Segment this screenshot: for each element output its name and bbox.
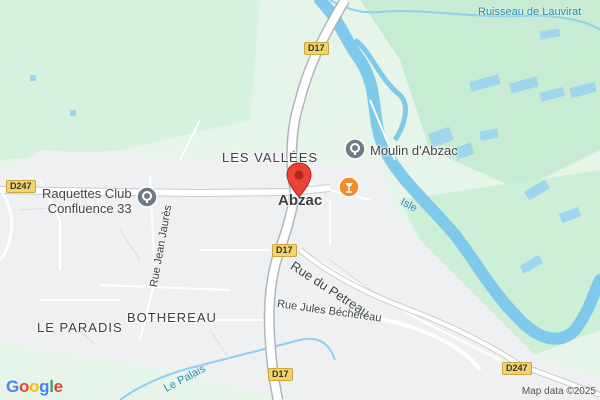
map-attribution[interactable]: Map data ©2025 [522, 386, 596, 397]
road-shield-d17: D17 [304, 42, 329, 55]
google-logo[interactable]: Google [6, 377, 63, 397]
landmark-icon[interactable] [344, 138, 366, 165]
poi-label-moulin[interactable]: Moulin d'Abzac [370, 143, 458, 158]
bar-icon[interactable] [338, 176, 360, 203]
road-shield-d17: D17 [268, 368, 293, 381]
poi-label-raquettes-line1: Raquettes Club [42, 186, 132, 201]
sports-club-icon[interactable] [136, 186, 158, 213]
place-label-bothereau[interactable]: BOTHEREAU [127, 310, 217, 325]
road-shield-d247: D247 [502, 362, 532, 375]
poi-label-raquettes[interactable]: Raquettes Club Confluence 33 [42, 186, 132, 216]
road-shield-d247: D247 [6, 180, 36, 193]
poi-label-raquettes-line2: Confluence 33 [47, 201, 132, 216]
map-view[interactable]: D17 D17 D17 D247 D247 LES VALLÉES LE PAR… [0, 0, 600, 400]
road-shield-d17: D17 [272, 244, 297, 257]
water-label-ruisseau[interactable]: Ruisseau de Lauvirat [478, 6, 581, 18]
place-label-le-paradis[interactable]: LE PARADIS [37, 320, 123, 335]
location-pin-icon[interactable] [286, 162, 312, 203]
